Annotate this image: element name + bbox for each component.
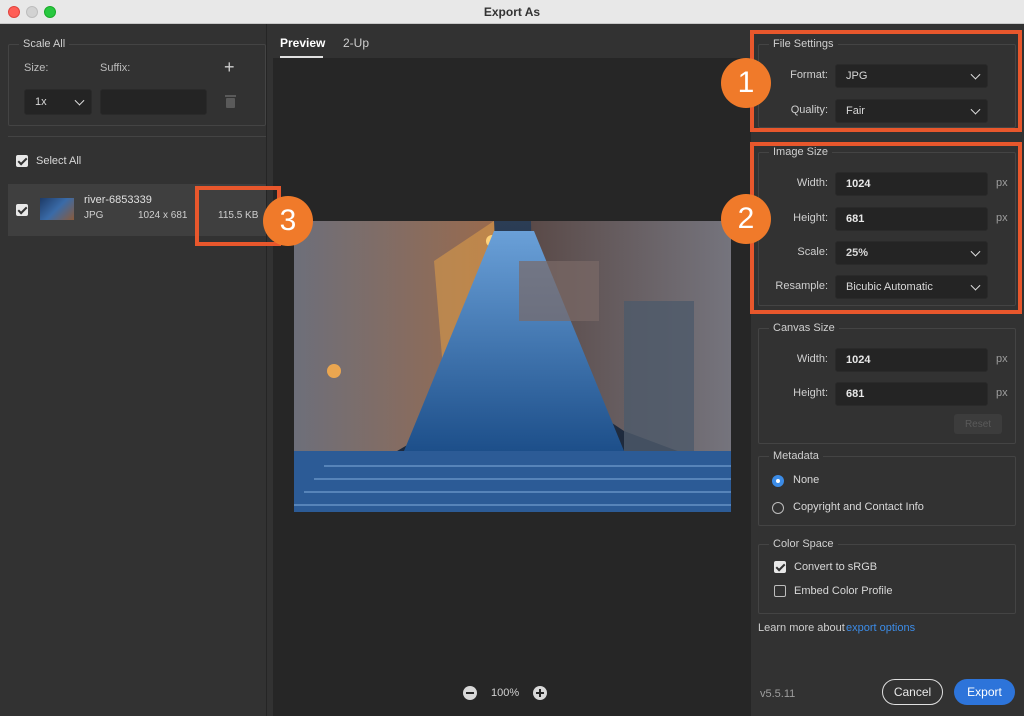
size-value: 1x	[35, 96, 47, 108]
embed-profile-label: Embed Color Profile	[794, 585, 893, 597]
select-all-label: Select All	[36, 155, 82, 167]
color-space-group: Color Space	[758, 538, 1016, 614]
canvas-height-input[interactable]: 681	[835, 382, 988, 406]
title-bar: Export As	[0, 0, 1024, 24]
canvas-width-input[interactable]: 1024	[835, 348, 988, 372]
metadata-none-label: None	[793, 474, 820, 486]
asset-name: river-6853339	[84, 194, 152, 206]
size-label: Size:	[24, 62, 49, 74]
canvas-width-unit: px	[996, 353, 1008, 365]
metadata-copyright-radio[interactable]	[772, 502, 784, 514]
scale-all-legend: Scale All	[19, 38, 70, 50]
tab-2-up[interactable]: 2-Up	[343, 36, 369, 50]
embed-profile-checkbox[interactable]	[774, 585, 786, 597]
chevron-down-icon	[74, 95, 85, 106]
preview-image	[294, 221, 731, 512]
file-settings-highlight	[750, 30, 1022, 132]
asset-dimensions: 1024 x 681	[138, 210, 188, 221]
canvas-height-unit: px	[996, 387, 1008, 399]
convert-srgb-label: Convert to sRGB	[794, 561, 878, 573]
metadata-none-radio[interactable]	[772, 475, 784, 487]
learn-more-text: Learn more about	[758, 622, 845, 634]
zoom-in-button[interactable]	[533, 686, 548, 700]
export-options-link[interactable]: export options	[846, 622, 915, 634]
cancel-button[interactable]: Cancel	[882, 679, 943, 705]
color-space-legend: Color Space	[769, 538, 838, 550]
metadata-copyright-label: Copyright and Contact Info	[793, 501, 924, 513]
version-label: v5.5.11	[760, 688, 796, 700]
callout-badge-2: 2	[721, 194, 771, 244]
reset-button[interactable]: Reset	[954, 414, 1002, 434]
trash-icon[interactable]	[224, 94, 237, 109]
convert-srgb-checkbox[interactable]	[774, 561, 786, 573]
image-size-highlight	[750, 142, 1022, 314]
tab-preview[interactable]: Preview	[280, 36, 325, 50]
canvas-width-label: Width:	[796, 353, 828, 365]
zoom-controls: 100%	[463, 686, 548, 700]
size-dropdown[interactable]: 1x	[24, 89, 92, 115]
panel-divider	[266, 24, 267, 716]
callout-badge-3: 3	[263, 196, 313, 246]
metadata-group: Metadata	[758, 450, 1016, 526]
window-title: Export As	[483, 5, 541, 19]
zoom-level: 100%	[491, 687, 520, 699]
callout-badge-1: 1	[721, 58, 771, 108]
suffix-input[interactable]	[100, 89, 207, 115]
canvas-size-legend: Canvas Size	[769, 322, 839, 334]
export-button[interactable]: Export	[954, 679, 1015, 705]
export-dialog: Scale All Size: Suffix: + 1x Select All …	[0, 24, 1024, 716]
canvas-height-label: Height:	[793, 387, 828, 399]
metadata-legend: Metadata	[769, 450, 823, 462]
asset-format: JPG	[84, 210, 104, 221]
add-scale-icon[interactable]: +	[224, 57, 235, 78]
suffix-label: Suffix:	[100, 62, 131, 74]
asset-thumbnail	[40, 198, 74, 220]
asset-checkbox[interactable]	[16, 204, 28, 216]
zoom-out-button[interactable]	[463, 686, 477, 700]
select-all-checkbox[interactable]	[16, 155, 28, 167]
divider	[8, 136, 266, 137]
